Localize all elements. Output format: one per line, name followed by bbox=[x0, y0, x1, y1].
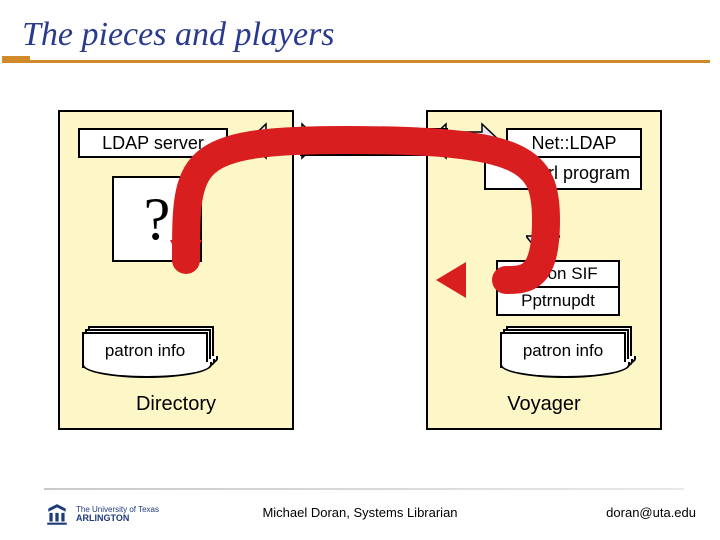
box-patron-sif: patron SIF bbox=[496, 260, 620, 288]
box-question-mark: ? bbox=[112, 176, 202, 262]
footer-email: doran@uta.edu bbox=[606, 505, 696, 520]
caption-voyager: Voyager bbox=[428, 393, 660, 416]
doc-label-right: patron info bbox=[500, 332, 626, 370]
box-ldap-protocol: LDAP Protocol bbox=[300, 128, 448, 156]
title-rule bbox=[2, 60, 710, 63]
doc-patron-info-left: patron info bbox=[82, 332, 208, 370]
box-pptrnupdt: Pptrnupdt bbox=[496, 288, 620, 316]
box-ldap-server: LDAP server bbox=[78, 128, 228, 158]
caption-directory: Directory bbox=[60, 393, 292, 416]
footer-rule bbox=[44, 488, 684, 490]
diagram: LDAP server ? patron info Directory Net:… bbox=[58, 110, 662, 438]
slide-title: The pieces and players bbox=[22, 16, 335, 60]
arrow-down-icon bbox=[526, 192, 560, 258]
box-perl-program: Perl program bbox=[484, 158, 642, 190]
box-net-ldap: Net::LDAP bbox=[506, 128, 642, 158]
doc-label-left: patron info bbox=[82, 332, 208, 370]
doc-patron-info-right: patron info bbox=[500, 332, 626, 370]
